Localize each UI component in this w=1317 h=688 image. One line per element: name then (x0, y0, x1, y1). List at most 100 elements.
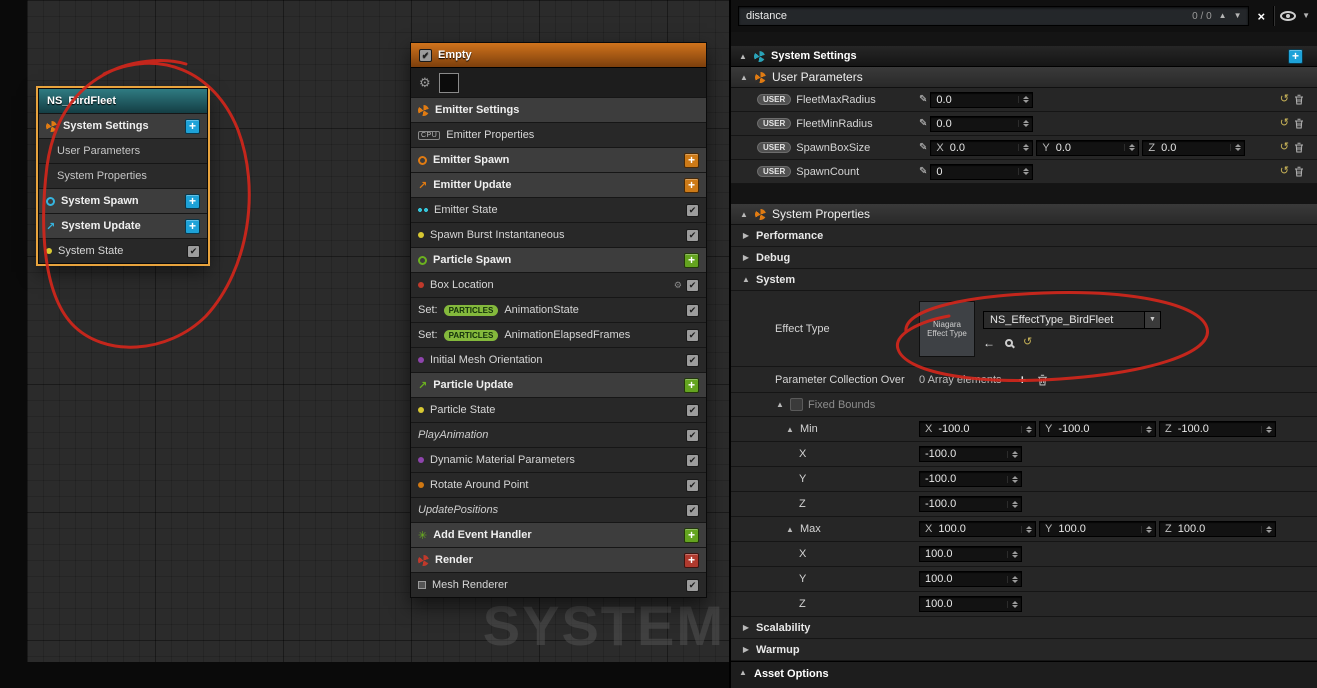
collapse-icon[interactable]: ▲ (739, 73, 749, 82)
spawnboxsize-y-input[interactable]: Y 0.0 (1036, 140, 1139, 156)
max-y-child-input[interactable]: 100.0 (919, 571, 1022, 587)
max-x-child-input[interactable]: 100.0 (919, 546, 1022, 562)
row-emitter-properties[interactable]: CPU Emitter Properties (411, 122, 706, 147)
group-debug[interactable]: ▶ Debug (731, 247, 1317, 269)
min-x-input[interactable]: X -100.0 (919, 421, 1036, 437)
system-node[interactable]: NS_BirdFleet System Settings + User Para… (38, 88, 208, 264)
trash-icon[interactable] (1294, 142, 1304, 153)
spinner-icon[interactable] (1021, 526, 1032, 533)
spinner-icon[interactable] (1007, 501, 1018, 508)
max-y-input[interactable]: Y 100.0 (1039, 521, 1156, 537)
fleetmaxradius-input[interactable]: 0.0 (930, 92, 1033, 108)
group-scalability[interactable]: ▶ Scalability (731, 617, 1317, 639)
min-z-child-input[interactable]: -100.0 (919, 496, 1022, 512)
row-user-parameters[interactable]: User Parameters (39, 138, 207, 163)
min-y-input[interactable]: Y -100.0 (1039, 421, 1156, 437)
spinner-icon[interactable] (1021, 426, 1032, 433)
expand-icon[interactable]: ▶ (741, 253, 751, 262)
trash-icon[interactable] (1294, 94, 1304, 105)
row-emitter-update[interactable]: ↗ Emitter Update + (411, 172, 706, 197)
visibility-icon[interactable] (1280, 11, 1296, 21)
spinner-icon[interactable] (1007, 476, 1018, 483)
effect-type-thumbnail[interactable]: Niagara Effect Type (919, 301, 975, 357)
row-playanimation[interactable]: PlayAnimation ✔ (411, 422, 706, 447)
add-module-button[interactable]: + (185, 219, 200, 234)
spinner-icon[interactable] (1261, 526, 1272, 533)
revert-icon[interactable]: ↺ (1280, 94, 1289, 105)
expand-icon[interactable]: ▶ (741, 645, 751, 654)
min-y-child-input[interactable]: -100.0 (919, 471, 1022, 487)
add-renderer-button[interactable]: + (684, 553, 699, 568)
effect-type-dropdown[interactable]: NS_EffectType_BirdFleet ▼ (983, 311, 1161, 329)
enabled-checkbox[interactable]: ✔ (686, 304, 699, 317)
enabled-checkbox[interactable]: ✔ (686, 504, 699, 517)
enabled-checkbox[interactable]: ✔ (686, 579, 699, 592)
add-parameter-button[interactable]: + (1288, 49, 1303, 64)
spinner-icon[interactable] (1007, 551, 1018, 558)
collapse-icon[interactable]: ▲ (738, 668, 748, 677)
asset-options-header[interactable]: ▲ Asset Options (731, 661, 1317, 688)
max-z-input[interactable]: Z 100.0 (1159, 521, 1276, 537)
enabled-checkbox[interactable]: ✔ (187, 245, 200, 258)
edit-icon[interactable]: ✎ (919, 142, 927, 153)
emitter-enabled-checkbox[interactable]: ✔ (419, 49, 432, 62)
trash-icon[interactable] (1037, 374, 1048, 386)
spinner-icon[interactable] (1007, 576, 1018, 583)
row-set-animationstate[interactable]: Set: PARTICLES AnimationState ✔ (411, 297, 706, 322)
enabled-checkbox[interactable]: ✔ (686, 454, 699, 467)
fleetminradius-input[interactable]: 0.0 (930, 116, 1033, 132)
row-rotate-around-point[interactable]: Rotate Around Point ✔ (411, 472, 706, 497)
row-set-animationelapsedframes[interactable]: Set: PARTICLES AnimationElapsedFrames ✔ (411, 322, 706, 347)
add-module-button[interactable]: + (185, 194, 200, 209)
max-x-input[interactable]: X 100.0 (919, 521, 1036, 537)
spinner-icon[interactable] (1141, 526, 1152, 533)
row-spawn-burst[interactable]: Spawn Burst Instantaneous ✔ (411, 222, 706, 247)
spinner-icon[interactable] (1018, 120, 1029, 127)
revert-icon[interactable]: ↺ (1280, 118, 1289, 129)
trash-icon[interactable] (1294, 118, 1304, 129)
dropdown-arrow-icon[interactable]: ▼ (1144, 312, 1160, 328)
enabled-checkbox[interactable]: ✔ (686, 429, 699, 442)
search-clear-icon[interactable]: × (1255, 9, 1267, 24)
add-module-button[interactable]: + (684, 153, 699, 168)
spinner-icon[interactable] (1018, 96, 1029, 103)
row-box-location[interactable]: Box Location ⚙ ✔ (411, 272, 706, 297)
visibility-dropdown-icon[interactable]: ▼ (1302, 12, 1310, 20)
use-selected-icon[interactable]: ← (983, 336, 995, 350)
row-updatepositions[interactable]: UpdatePositions ✔ (411, 497, 706, 522)
row-emitter-state[interactable]: Emitter State ✔ (411, 197, 706, 222)
row-system-settings[interactable]: System Settings + (39, 113, 207, 138)
revert-icon[interactable]: ↺ (1023, 337, 1032, 348)
group-system[interactable]: ▲ System (731, 269, 1317, 291)
row-render[interactable]: Render + (411, 547, 706, 572)
search-prev-icon[interactable]: ▲ (1219, 12, 1227, 20)
row-system-spawn[interactable]: System Spawn + (39, 188, 207, 213)
spinner-icon[interactable] (1007, 601, 1018, 608)
row-emitter-spawn[interactable]: Emitter Spawn + (411, 147, 706, 172)
row-particle-state[interactable]: Particle State ✔ (411, 397, 706, 422)
collapse-icon[interactable]: ▲ (775, 400, 785, 409)
enabled-checkbox[interactable]: ✔ (686, 354, 699, 367)
edit-icon[interactable]: ✎ (919, 166, 927, 177)
spinner-icon[interactable] (1124, 144, 1135, 151)
spinner-icon[interactable] (1230, 144, 1241, 151)
spinner-icon[interactable] (1261, 426, 1272, 433)
row-initial-mesh-orientation[interactable]: Initial Mesh Orientation ✔ (411, 347, 706, 372)
search-next-icon[interactable]: ▼ (1234, 12, 1242, 20)
row-system-properties[interactable]: System Properties (39, 163, 207, 188)
browse-icon[interactable] (1005, 339, 1013, 347)
expand-icon[interactable]: ▶ (741, 623, 751, 632)
enabled-checkbox[interactable]: ✔ (686, 329, 699, 342)
row-particle-spawn[interactable]: Particle Spawn + (411, 247, 706, 272)
collapse-icon[interactable]: ▲ (738, 52, 748, 61)
enabled-checkbox[interactable]: ✔ (686, 479, 699, 492)
add-array-element-icon[interactable]: + (1019, 372, 1027, 387)
fixed-bounds-checkbox[interactable] (790, 398, 803, 411)
min-z-input[interactable]: Z -100.0 (1159, 421, 1276, 437)
search-input[interactable]: distance 0 / 0 ▲ ▼ (738, 6, 1249, 26)
revert-icon[interactable]: ↺ (1280, 166, 1289, 177)
add-module-button[interactable]: + (185, 119, 200, 134)
system-node-header[interactable]: NS_BirdFleet (39, 89, 207, 113)
expand-icon[interactable]: ▶ (741, 231, 751, 240)
row-add-event-handler[interactable]: ✳ Add Event Handler + (411, 522, 706, 547)
